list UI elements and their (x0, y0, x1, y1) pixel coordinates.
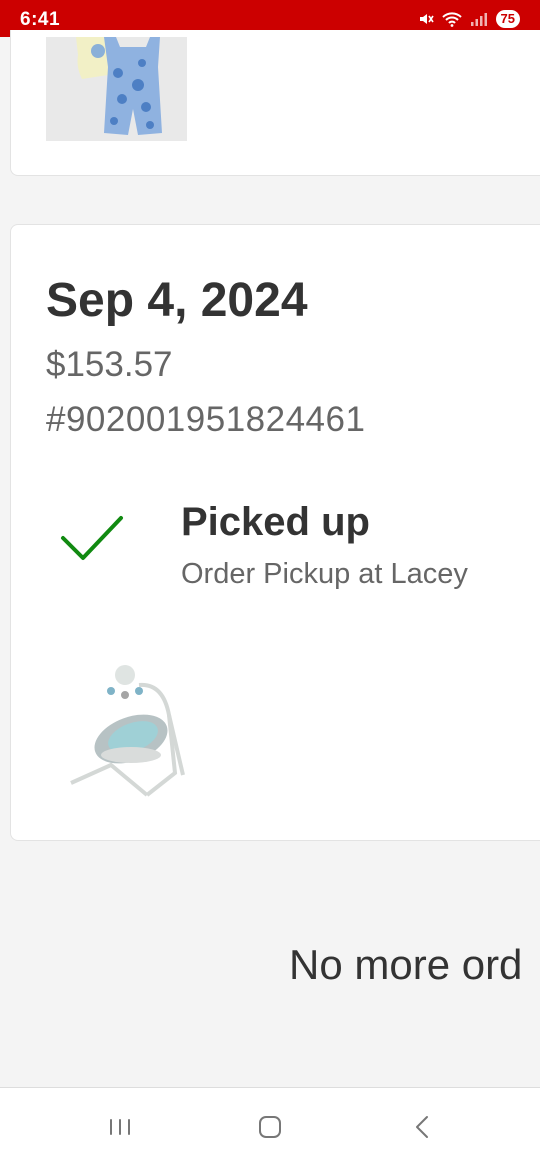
back-icon[interactable] (408, 1112, 438, 1142)
status-time: 6:41 (20, 9, 61, 30)
mute-icon (418, 11, 434, 27)
system-navigation-bar (0, 1087, 540, 1158)
recent-apps-icon[interactable] (105, 1112, 135, 1142)
overalls-product-image (46, 37, 187, 141)
signal-icon (470, 11, 488, 27)
status-icons: 75 (418, 9, 520, 29)
check-icon (59, 512, 125, 564)
battery-indicator: 75 (495, 10, 520, 28)
order-status: Picked up (181, 500, 370, 544)
order-date: Sep 4, 2024 (46, 274, 308, 327)
no-more-orders-text: No more ord (289, 941, 523, 988)
home-icon[interactable] (255, 1112, 285, 1142)
order-card[interactable]: Sep 4, 2024 $153.57 #902001951824461 Pic… (10, 224, 540, 841)
wifi-icon (441, 11, 462, 27)
order-total: $153.57 (46, 345, 173, 384)
order-number: #902001951824461 (46, 400, 366, 439)
previous-order-card[interactable] (10, 30, 540, 176)
order-pickup-location: Order Pickup at Lacey (181, 558, 468, 590)
baby-swing-product-image (51, 655, 191, 805)
